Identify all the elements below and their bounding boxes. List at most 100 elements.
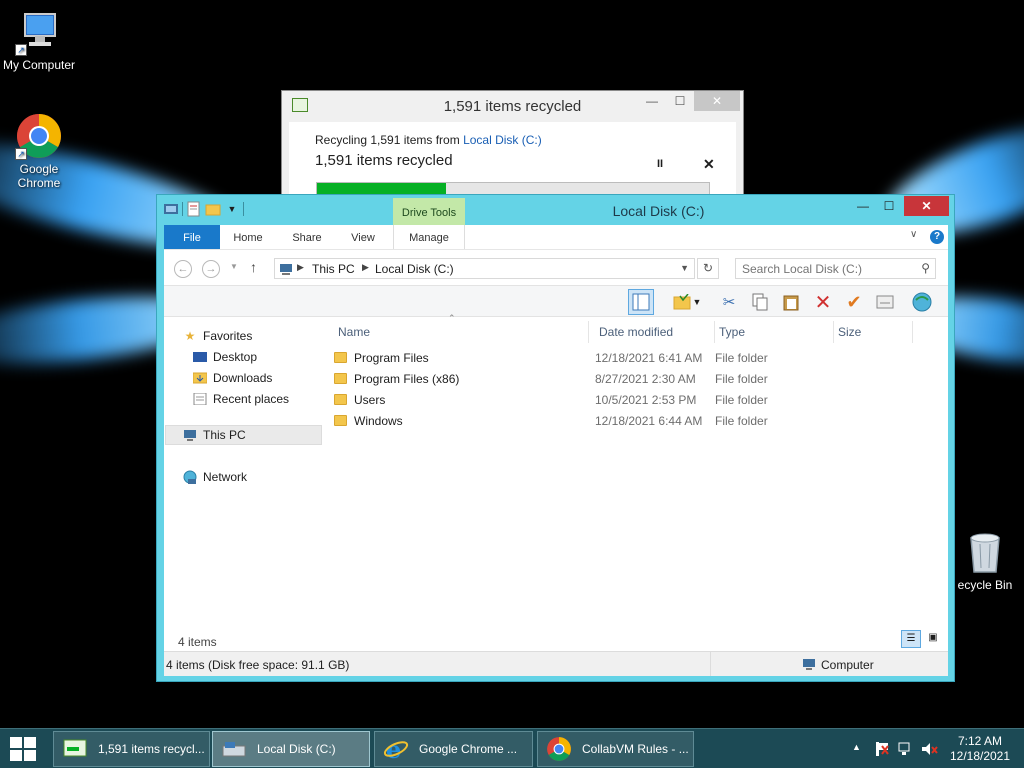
tab-file[interactable]: File	[164, 225, 220, 249]
tab-view[interactable]: View	[340, 225, 386, 249]
file-name-cell[interactable]: Program Files	[334, 348, 429, 369]
this-pc-icon	[182, 428, 198, 442]
large-icons-view-icon[interactable]: ▣	[923, 630, 943, 648]
network-icon	[182, 470, 198, 484]
pause-icon[interactable]: II	[657, 158, 663, 170]
maximize-button[interactable]: ☐	[879, 196, 899, 216]
file-row[interactable]: Program Files (x86) 8/27/2021 2:30 AM Fi…	[334, 369, 934, 390]
file-row[interactable]: Users 10/5/2021 2:53 PM File folder	[334, 390, 934, 411]
taskbar-button-label: 1,591 items recycl...	[98, 742, 205, 756]
minimize-button[interactable]: —	[853, 196, 873, 216]
file-row[interactable]: Windows 12/18/2021 6:44 AM File folder	[334, 411, 934, 432]
folder-icon	[334, 394, 347, 405]
column-header-size[interactable]: Size	[834, 321, 913, 343]
file-row[interactable]: Program Files 12/18/2021 6:41 AM File fo…	[334, 348, 934, 369]
preview-pane-icon[interactable]	[628, 289, 654, 315]
shortcut-arrow-icon: ↗	[15, 148, 27, 160]
column-header-name[interactable]: Name	[334, 321, 589, 343]
computer-icon: ↗	[15, 8, 63, 56]
nav-item-this-pc[interactable]: This PC	[165, 425, 322, 445]
command-toolbar: ▼ ✂ ✕ ✔	[164, 285, 948, 317]
desktop-icon-google-chrome[interactable]: ↗ Google Chrome	[0, 112, 78, 190]
maximize-button[interactable]: ☐	[670, 91, 690, 111]
file-type: File folder	[715, 414, 768, 428]
address-bar[interactable]: ▶ This PC ▶ Local Disk (C:) ▼	[274, 258, 695, 279]
recycle-source-prefix: Recycling 1,591 items from	[315, 133, 464, 147]
tab-manage[interactable]: Manage	[393, 225, 465, 249]
expand-ribbon-icon[interactable]: ∨	[910, 229, 917, 240]
taskbar-button-recycle-progress[interactable]: 1,591 items recycl...	[53, 731, 210, 767]
show-hidden-icons[interactable]: ▲	[852, 742, 861, 768]
downloads-folder-icon	[192, 371, 208, 385]
cancel-icon[interactable]: ✕	[703, 156, 715, 173]
close-button[interactable]: ✕	[904, 196, 949, 216]
cut-icon[interactable]: ✂	[716, 289, 742, 315]
folder-icon	[334, 373, 347, 384]
explorer-titlebar[interactable]: ▼ Drive Tools Local Disk (C:) — ☐ ✕	[157, 195, 954, 227]
back-button[interactable]: ←	[174, 260, 192, 278]
source-link[interactable]: Local Disk (C:)	[463, 133, 542, 147]
file-date: 10/5/2021 2:53 PM	[595, 393, 697, 407]
start-button[interactable]	[10, 737, 38, 761]
recent-locations-icon[interactable]: ▼	[230, 262, 238, 271]
nav-item-favorites[interactable]: ★ Favorites	[182, 326, 253, 346]
tab-share[interactable]: Share	[282, 225, 332, 249]
rename-check-icon[interactable]: ✔	[841, 289, 867, 315]
help-icon[interactable]: ?	[930, 230, 944, 244]
tab-home[interactable]: Home	[222, 225, 274, 249]
taskbar-button-local-disk[interactable]: Local Disk (C:)	[212, 731, 370, 767]
desktop-icon-my-computer[interactable]: ↗ My Computer	[0, 8, 78, 72]
address-dropdown-icon[interactable]: ▼	[680, 263, 689, 273]
delete-icon[interactable]: ✕	[810, 289, 836, 315]
recycle-bin-icon	[961, 528, 1009, 576]
nav-item-recent-places[interactable]: Recent places	[192, 389, 289, 409]
breadcrumb-local-disk[interactable]: Local Disk (C:)	[375, 262, 454, 276]
column-header-date-modified[interactable]: Date modified	[595, 321, 715, 343]
file-name-cell[interactable]: Users	[334, 390, 385, 411]
search-input[interactable]	[736, 259, 906, 278]
globe-icon[interactable]	[909, 289, 935, 315]
dialog-titlebar[interactable]: 1,591 items recycled — ☐ ✕	[282, 91, 743, 121]
column-header-type[interactable]: Type	[715, 321, 834, 343]
status-disk-space: 4 items (Disk free space: 91.1 GB)	[166, 658, 350, 672]
nav-item-downloads[interactable]: Downloads	[192, 368, 272, 388]
taskbar-button-ie[interactable]: e Google Chrome ...	[374, 731, 533, 767]
file-name: Program Files (x86)	[354, 372, 460, 386]
clock-time: 7:12 AM	[957, 734, 1003, 748]
refresh-button[interactable]: ↻	[697, 258, 719, 279]
file-name-cell[interactable]: Program Files (x86)	[334, 369, 459, 390]
desktop-icon-label: Google Chrome	[17, 162, 61, 190]
breadcrumb-this-pc[interactable]: This PC	[312, 262, 355, 276]
file-name-cell[interactable]: Windows	[334, 411, 403, 432]
nav-item-network[interactable]: Network	[182, 467, 247, 487]
search-icon[interactable]: ⚲	[921, 261, 930, 275]
copy-icon[interactable]	[747, 289, 773, 315]
file-name: Users	[354, 393, 386, 407]
ribbon-tabs: File Home Share View Manage ∨ ?	[164, 225, 948, 249]
computer-status-icon	[802, 657, 816, 674]
nav-item-desktop[interactable]: Desktop	[192, 347, 257, 367]
minimize-button[interactable]: —	[642, 91, 662, 111]
breadcrumb-separator[interactable]: ▶	[297, 262, 304, 273]
breadcrumb-separator[interactable]: ▶	[362, 262, 369, 273]
volume-muted-icon[interactable]	[920, 740, 938, 768]
organize-dropdown-icon[interactable]: ▼	[690, 289, 704, 315]
desktop-icon-recycle-bin[interactable]: ecycle Bin	[946, 528, 1024, 592]
close-button[interactable]: ✕	[694, 91, 740, 111]
taskbar-button-chrome[interactable]: CollabVM Rules - ...	[537, 731, 694, 767]
paste-icon[interactable]	[778, 289, 804, 315]
properties-toolbar-icon[interactable]	[872, 289, 898, 315]
file-name: Program Files	[354, 351, 429, 365]
nav-item-label: Recent places	[213, 392, 290, 406]
system-clock[interactable]: 7:12 AM 12/18/2021	[944, 734, 1016, 764]
up-button[interactable]: ↑	[250, 259, 257, 275]
search-box[interactable]: ⚲	[735, 258, 936, 279]
nav-item-label: This PC	[203, 428, 246, 442]
network-tray-icon[interactable]	[898, 740, 914, 768]
taskbar-button-label: Google Chrome ...	[419, 742, 518, 756]
details-view-icon[interactable]: ☰	[901, 630, 921, 648]
forward-button[interactable]: →	[202, 260, 220, 278]
action-center-icon[interactable]	[874, 740, 890, 768]
explorer-content: ★ Favorites Desktop Downloads Recent pla…	[164, 313, 948, 651]
explorer-window: ▼ Drive Tools Local Disk (C:) — ☐ ✕ File…	[156, 194, 955, 682]
